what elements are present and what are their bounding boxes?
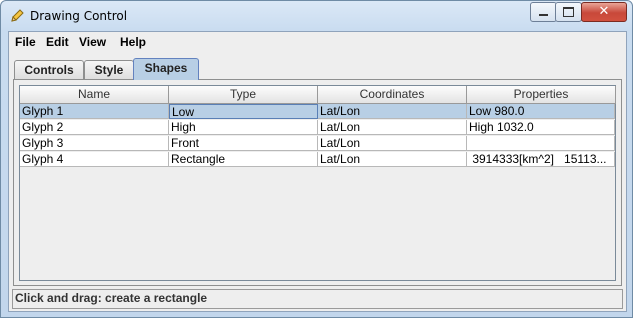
- tab-strip: Controls Style Shapes: [9, 58, 626, 80]
- cell-coordinates[interactable]: Lat/Lon: [318, 104, 467, 119]
- close-icon: ✕: [598, 4, 610, 19]
- cell-coordinates[interactable]: Lat/Lon: [318, 152, 467, 167]
- cell-name[interactable]: Glyph 3: [20, 136, 169, 151]
- menu-bar: File Edit View Help: [9, 32, 626, 54]
- menu-edit[interactable]: Edit: [46, 35, 69, 49]
- tab-style[interactable]: Style: [84, 60, 134, 79]
- maximize-button[interactable]: [555, 2, 582, 22]
- cell-type[interactable]: Low: [169, 104, 318, 119]
- table-row[interactable]: Glyph 2 High Lat/Lon High 1032.0: [20, 120, 615, 136]
- cell-type[interactable]: High: [169, 120, 318, 135]
- client-area: File Edit View Help Controls Style Shape…: [8, 31, 627, 312]
- cell-name[interactable]: Glyph 2: [20, 120, 169, 135]
- cell-coordinates[interactable]: Lat/Lon: [318, 120, 467, 135]
- shapes-panel: Name Type Coordinates Properties Glyph 1…: [13, 79, 622, 286]
- pencil-icon: [11, 9, 24, 22]
- menu-help[interactable]: Help: [120, 35, 146, 49]
- table-row[interactable]: Glyph 4 Rectangle Lat/Lon 3914333[km^2] …: [20, 152, 615, 168]
- table-row[interactable]: Glyph 1 Low Lat/Lon Low 980.0: [20, 104, 615, 120]
- close-button[interactable]: ✕: [581, 2, 627, 22]
- cell-properties[interactable]: [467, 136, 615, 151]
- status-bar: Click and drag: create a rectangle: [12, 289, 623, 309]
- column-header-properties[interactable]: Properties: [467, 86, 616, 104]
- cell-name[interactable]: Glyph 4: [20, 152, 169, 167]
- window-title: Drawing Control: [30, 9, 128, 23]
- table-row[interactable]: Glyph 3 Front Lat/Lon: [20, 136, 615, 152]
- tab-controls[interactable]: Controls: [14, 60, 84, 79]
- app-window: Drawing Control ✕ File Edit View Help Co…: [0, 0, 633, 318]
- cell-type[interactable]: Rectangle: [169, 152, 318, 167]
- cell-properties[interactable]: Low 980.0: [467, 104, 615, 119]
- tab-shapes[interactable]: Shapes: [133, 58, 199, 80]
- column-header-type[interactable]: Type: [169, 86, 318, 104]
- table-header: Name Type Coordinates Properties: [20, 86, 616, 104]
- column-header-name[interactable]: Name: [20, 86, 169, 104]
- column-header-coordinates[interactable]: Coordinates: [318, 86, 467, 104]
- cell-type[interactable]: Front: [169, 136, 318, 151]
- title-bar[interactable]: Drawing Control ✕: [1, 1, 632, 31]
- shapes-table: Name Type Coordinates Properties Glyph 1…: [19, 85, 616, 281]
- menu-view[interactable]: View: [79, 35, 106, 49]
- cell-properties[interactable]: High 1032.0: [467, 120, 615, 135]
- cell-name[interactable]: Glyph 1: [20, 104, 169, 119]
- cell-coordinates[interactable]: Lat/Lon: [318, 136, 467, 151]
- menu-file[interactable]: File: [15, 35, 36, 49]
- minimize-button[interactable]: [530, 2, 557, 22]
- status-text: Click and drag: create a rectangle: [15, 291, 208, 305]
- cell-properties[interactable]: 3914333[km^2] 15113...: [467, 152, 615, 167]
